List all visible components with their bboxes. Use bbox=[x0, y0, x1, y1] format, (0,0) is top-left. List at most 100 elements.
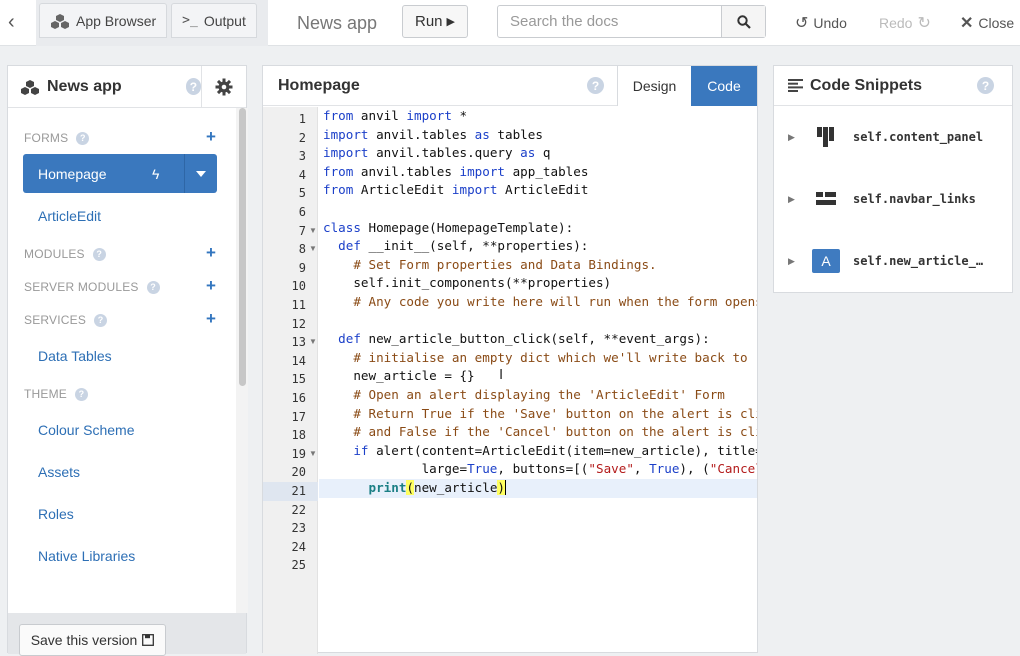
redo-button[interactable]: Redo ↻ bbox=[879, 13, 931, 33]
startup-bolt-icon: ϟ bbox=[152, 165, 160, 182]
code-line: def new_article_button_click(self, **eve… bbox=[338, 331, 710, 347]
form-menu-dropdown[interactable] bbox=[184, 154, 217, 193]
code-line: if alert(content=ArticleEdit(item=new_ar… bbox=[353, 442, 757, 458]
line-number: 9 bbox=[298, 260, 306, 275]
top-bar: ‹ App Browser >_ Output News app Run ▶ ↺… bbox=[0, 0, 1020, 46]
code-view-button[interactable]: Code bbox=[691, 65, 757, 106]
design-view-button[interactable]: Design bbox=[617, 65, 691, 106]
sidebar-scrollbar[interactable] bbox=[236, 108, 248, 613]
close-label: Close bbox=[978, 15, 1015, 31]
sidebar-item-data-tables[interactable]: Data Tables bbox=[38, 348, 112, 364]
form-title: Homepage bbox=[278, 76, 360, 94]
snippets-header: Code Snippets ? bbox=[774, 66, 1012, 106]
editor-header: Homepage ? Design Code bbox=[263, 65, 757, 106]
line-number: 11 bbox=[291, 298, 306, 312]
help-icon[interactable]: ? bbox=[92, 247, 106, 261]
sidebar-item-assets[interactable]: Assets bbox=[38, 464, 80, 480]
scrollbar-thumb[interactable] bbox=[239, 108, 246, 386]
sidebar-item-homepage[interactable]: Homepage ϟ bbox=[23, 154, 217, 193]
code-line: from anvil.tables import app_tables bbox=[323, 163, 589, 179]
sidebar-item-articleedit[interactable]: ArticleEdit bbox=[38, 208, 101, 224]
tab-output-label: Output bbox=[203, 12, 246, 29]
line-number: 5 bbox=[298, 186, 306, 201]
terminal-icon: >_ bbox=[182, 13, 198, 28]
close-button[interactable]: ✕ Close bbox=[960, 13, 1014, 33]
search-button[interactable] bbox=[721, 6, 765, 37]
add-module-button[interactable]: + bbox=[206, 244, 216, 261]
snippet-item[interactable]: ▶ self.content_panel bbox=[774, 117, 1012, 157]
fold-arrow-icon[interactable]: ▼ bbox=[309, 240, 317, 259]
help-icon[interactable]: ? bbox=[146, 280, 160, 294]
help-icon[interactable]: ? bbox=[185, 78, 202, 95]
app-settings-button[interactable] bbox=[201, 65, 246, 108]
app-name: News app bbox=[47, 77, 122, 95]
save-version-label: Save this version bbox=[30, 632, 138, 648]
fold-arrow-icon[interactable]: ▼ bbox=[309, 333, 317, 352]
line-number-gutter: 1 2 3 4 5 6 7 8 9 10 11 12 13 14 15 16 17 18 19 20 21 22 23 24 2… bbox=[263, 107, 318, 654]
back-chevron-icon[interactable]: ‹ bbox=[8, 12, 24, 32]
line-number: 23 bbox=[291, 521, 306, 536]
snippet-label: self.navbar_links bbox=[853, 192, 976, 206]
line-number: 22 bbox=[291, 502, 306, 517]
play-icon: ▶ bbox=[446, 16, 455, 28]
app-title: News app bbox=[297, 13, 378, 33]
sidebar-item-roles[interactable]: Roles bbox=[38, 506, 74, 522]
text-cursor-ibeam-icon: Ι bbox=[499, 366, 504, 383]
tab-output[interactable]: >_ Output bbox=[171, 3, 257, 38]
cubes-icon bbox=[51, 13, 69, 29]
theme-heading: THEME bbox=[24, 387, 67, 401]
floppy-disk-icon bbox=[142, 634, 155, 646]
line-number: 10 bbox=[291, 279, 306, 294]
run-button[interactable]: Run ▶ bbox=[402, 5, 468, 38]
sidebar-footer: Save this version bbox=[8, 613, 246, 656]
help-icon[interactable]: ? bbox=[75, 387, 88, 401]
redo-label: Redo bbox=[879, 15, 913, 31]
code-area[interactable]: from anvil import * import anvil.tables … bbox=[319, 107, 757, 654]
button-icon: A bbox=[812, 247, 840, 275]
add-service-button[interactable]: + bbox=[206, 310, 216, 327]
line-number: 18 bbox=[291, 428, 306, 443]
line-number: 24 bbox=[291, 539, 306, 554]
add-form-button[interactable]: + bbox=[206, 128, 216, 145]
cubes-icon bbox=[21, 79, 39, 95]
help-icon[interactable]: ? bbox=[977, 77, 994, 94]
redo-icon: ↻ bbox=[917, 15, 931, 32]
line-number: 25 bbox=[291, 558, 306, 573]
snippet-item[interactable]: ▶ A self.new_article_… bbox=[774, 241, 1012, 281]
save-version-button[interactable]: Save this version bbox=[19, 624, 166, 656]
help-icon[interactable]: ? bbox=[76, 131, 90, 145]
help-icon[interactable]: ? bbox=[94, 313, 108, 327]
code-line: from ArticleEdit import ArticleEdit bbox=[323, 182, 589, 198]
code-editor-panel: Homepage ? Design Code 1 2 3 4 5 6 7 8 9 10 11 12 13… bbox=[262, 65, 758, 654]
fold-arrow-icon[interactable]: ▼ bbox=[309, 445, 317, 464]
add-server-module-button[interactable]: + bbox=[206, 277, 216, 294]
code-line: large=True, buttons=[("Save", True), ("C… bbox=[323, 461, 757, 477]
code-line: new_article = {} bbox=[323, 368, 475, 384]
line-number: 14 bbox=[291, 353, 306, 368]
undo-button[interactable]: ↺ Undo bbox=[795, 13, 847, 33]
code-line: # Any code you write here will run when … bbox=[353, 294, 757, 309]
run-button-label: Run bbox=[415, 13, 443, 30]
homepage-label: Homepage bbox=[38, 165, 107, 182]
code-line: # Set Form properties and Data Bindings. bbox=[353, 256, 657, 272]
fold-arrow-icon[interactable]: ▼ bbox=[309, 222, 317, 241]
line-number: 1 bbox=[298, 112, 306, 126]
search-input[interactable] bbox=[498, 6, 721, 37]
snippet-label: self.content_panel bbox=[853, 130, 984, 144]
tab-app-browser[interactable]: App Browser bbox=[39, 3, 168, 38]
server-modules-heading: SERVER MODULES bbox=[24, 280, 139, 294]
help-icon[interactable]: ? bbox=[587, 77, 604, 94]
snippet-item[interactable]: ▶ self.navbar_links bbox=[774, 179, 1012, 219]
code-snippets-panel: Code Snippets ? ▶ self.content_panel ▶ s… bbox=[773, 65, 1013, 293]
app-browser-header: News app ? bbox=[8, 65, 246, 108]
caret-down-icon bbox=[196, 170, 206, 177]
gear-icon bbox=[215, 78, 233, 95]
sidebar-item-colour-scheme[interactable]: Colour Scheme bbox=[38, 422, 135, 438]
column-panel-icon bbox=[812, 123, 840, 151]
line-number: 12 bbox=[291, 316, 306, 331]
sidebar-item-native-libraries[interactable]: Native Libraries bbox=[38, 548, 135, 564]
server-modules-section-label: SERVER MODULES? bbox=[24, 280, 160, 294]
line-number: 16 bbox=[291, 391, 306, 405]
theme-section-label: THEME? bbox=[24, 387, 88, 401]
code-line: # Return True if the 'Save' button on th… bbox=[353, 405, 757, 421]
